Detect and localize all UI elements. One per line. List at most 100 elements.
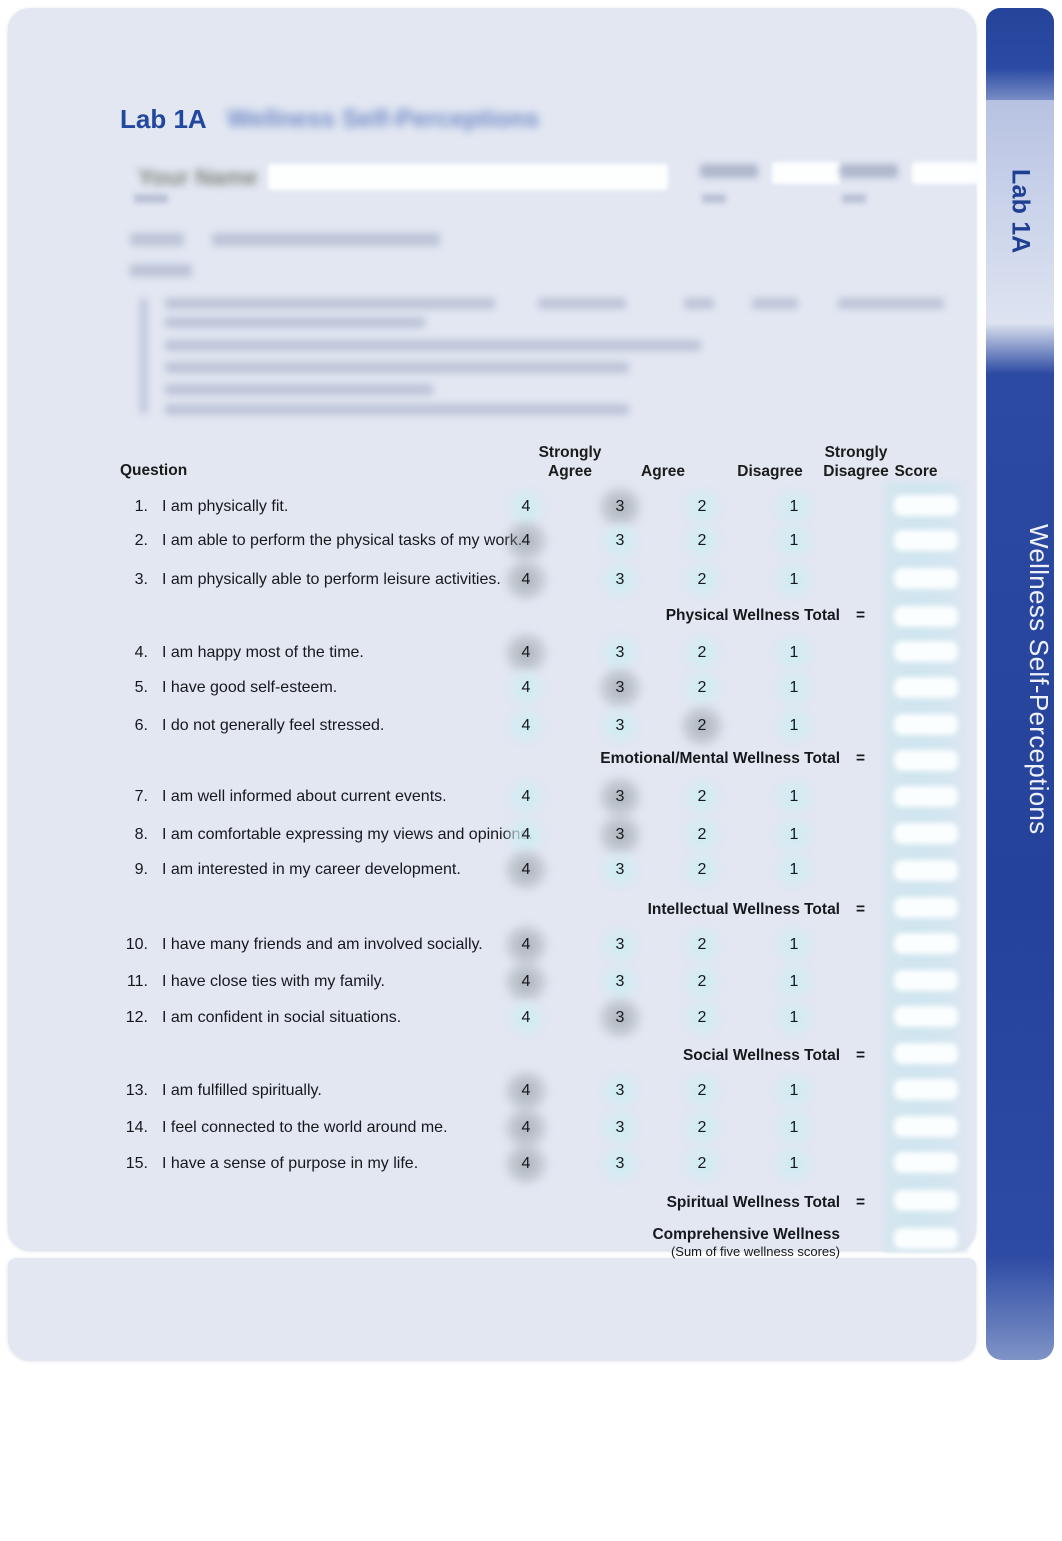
answer-option-1[interactable]: 1 [771, 851, 817, 889]
answer-option-value: 1 [789, 532, 799, 549]
answer-option-4[interactable]: 4 [503, 1070, 549, 1112]
answer-option-value: 1 [789, 1082, 799, 1099]
score-input-field[interactable] [894, 606, 958, 627]
score-input-field[interactable] [894, 786, 958, 807]
answer-option-value: 1 [789, 498, 799, 515]
answer-option-1[interactable]: 1 [771, 561, 817, 599]
answer-option-3[interactable]: 3 [597, 997, 643, 1039]
score-input-field[interactable] [894, 933, 958, 954]
answer-option-4[interactable]: 4 [503, 1143, 549, 1185]
answer-option-3[interactable]: 3 [597, 1109, 643, 1147]
answer-option-1[interactable]: 1 [771, 999, 817, 1037]
header-field-2-label [840, 164, 898, 178]
name-input-field[interactable] [268, 164, 668, 190]
column-header-strongly-agree-line2: Agree [548, 463, 592, 480]
answer-option-4[interactable]: 4 [503, 999, 549, 1037]
question-text: I am fulfilled spiritually. [162, 1082, 322, 1099]
answer-option-4[interactable]: 4 [503, 669, 549, 707]
answer-option-3[interactable]: 3 [597, 776, 643, 818]
answer-option-3[interactable]: 3 [597, 851, 643, 889]
answer-option-4[interactable]: 4 [503, 816, 549, 854]
sidebar-tab-wellness[interactable]: Wellness Self-Perceptions [986, 322, 1054, 1360]
answer-option-4[interactable]: 4 [503, 520, 549, 562]
answer-option-4[interactable]: 4 [503, 849, 549, 891]
score-input-field[interactable] [894, 1006, 958, 1027]
question-text: I do not generally feel stressed. [162, 717, 385, 734]
answer-option-3[interactable]: 3 [597, 561, 643, 599]
answer-option-2[interactable]: 2 [679, 634, 725, 672]
answer-option-2[interactable]: 2 [679, 778, 725, 816]
answer-option-2[interactable]: 2 [679, 522, 725, 560]
score-input-field[interactable] [894, 641, 958, 662]
answer-option-1[interactable]: 1 [771, 669, 817, 707]
answer-option-1[interactable]: 1 [771, 522, 817, 560]
score-input-field[interactable] [894, 897, 958, 918]
answer-option-4[interactable]: 4 [503, 559, 549, 601]
score-input-field[interactable] [894, 1116, 958, 1137]
answer-option-value: 2 [697, 717, 707, 734]
sidebar-tab-lab[interactable]: Lab 1A [986, 100, 1054, 322]
answer-option-value: 3 [615, 532, 625, 549]
score-input-field[interactable] [894, 1228, 958, 1249]
answer-option-3[interactable]: 3 [597, 963, 643, 1001]
answer-option-2[interactable]: 2 [679, 488, 725, 526]
answer-option-value: 4 [521, 1155, 531, 1172]
score-input-field[interactable] [894, 750, 958, 771]
header-field-2-input[interactable] [912, 162, 980, 184]
answer-option-1[interactable]: 1 [771, 778, 817, 816]
answer-option-3[interactable]: 3 [597, 1072, 643, 1110]
answer-option-4[interactable]: 4 [503, 488, 549, 526]
directions-scale-3 [752, 298, 798, 309]
answer-option-3[interactable]: 3 [597, 814, 643, 856]
score-input-field[interactable] [894, 568, 958, 589]
answer-option-4[interactable]: 4 [503, 1107, 549, 1149]
header-field-1-input[interactable] [772, 162, 840, 184]
score-input-field[interactable] [894, 1152, 958, 1173]
answer-option-1[interactable]: 1 [771, 816, 817, 854]
answer-option-3[interactable]: 3 [597, 522, 643, 560]
score-input-field[interactable] [894, 677, 958, 698]
score-input-field[interactable] [894, 495, 958, 516]
answer-option-3[interactable]: 3 [597, 667, 643, 709]
answer-option-1[interactable]: 1 [771, 1109, 817, 1147]
score-input-field[interactable] [894, 1043, 958, 1064]
score-input-field[interactable] [894, 1079, 958, 1100]
answer-option-2[interactable]: 2 [679, 1072, 725, 1110]
answer-option-2[interactable]: 2 [679, 1145, 725, 1183]
answer-option-2[interactable]: 2 [679, 851, 725, 889]
answer-option-1[interactable]: 1 [771, 488, 817, 526]
answer-option-3[interactable]: 3 [597, 634, 643, 672]
answer-option-value: 4 [521, 679, 531, 696]
answer-option-2[interactable]: 2 [679, 1109, 725, 1147]
answer-option-2[interactable]: 2 [679, 999, 725, 1037]
answer-option-4[interactable]: 4 [503, 961, 549, 1003]
score-input-field[interactable] [894, 970, 958, 991]
answer-option-value: 3 [615, 936, 625, 953]
score-input-field[interactable] [894, 860, 958, 881]
answer-option-2[interactable]: 2 [679, 669, 725, 707]
answer-option-2[interactable]: 2 [679, 926, 725, 964]
score-input-field[interactable] [894, 714, 958, 735]
answer-option-1[interactable]: 1 [771, 1072, 817, 1110]
answer-option-1[interactable]: 1 [771, 963, 817, 1001]
answer-option-3[interactable]: 3 [597, 926, 643, 964]
answer-option-4[interactable]: 4 [503, 778, 549, 816]
answer-option-value: 3 [615, 788, 625, 805]
answer-option-4[interactable]: 4 [503, 924, 549, 966]
answer-option-1[interactable]: 1 [771, 926, 817, 964]
answer-option-2[interactable]: 2 [679, 963, 725, 1001]
answer-option-3[interactable]: 3 [597, 707, 643, 745]
answer-option-2[interactable]: 2 [679, 705, 725, 747]
answer-option-3[interactable]: 3 [597, 1145, 643, 1183]
score-input-field[interactable] [894, 823, 958, 844]
answer-option-4[interactable]: 4 [503, 707, 549, 745]
answer-option-1[interactable]: 1 [771, 1145, 817, 1183]
answer-option-1[interactable]: 1 [771, 634, 817, 672]
answer-option-3[interactable]: 3 [597, 486, 643, 528]
answer-option-2[interactable]: 2 [679, 816, 725, 854]
answer-option-1[interactable]: 1 [771, 707, 817, 745]
answer-option-2[interactable]: 2 [679, 561, 725, 599]
answer-option-4[interactable]: 4 [503, 632, 549, 674]
score-input-field[interactable] [894, 1190, 958, 1211]
score-input-field[interactable] [894, 530, 958, 551]
